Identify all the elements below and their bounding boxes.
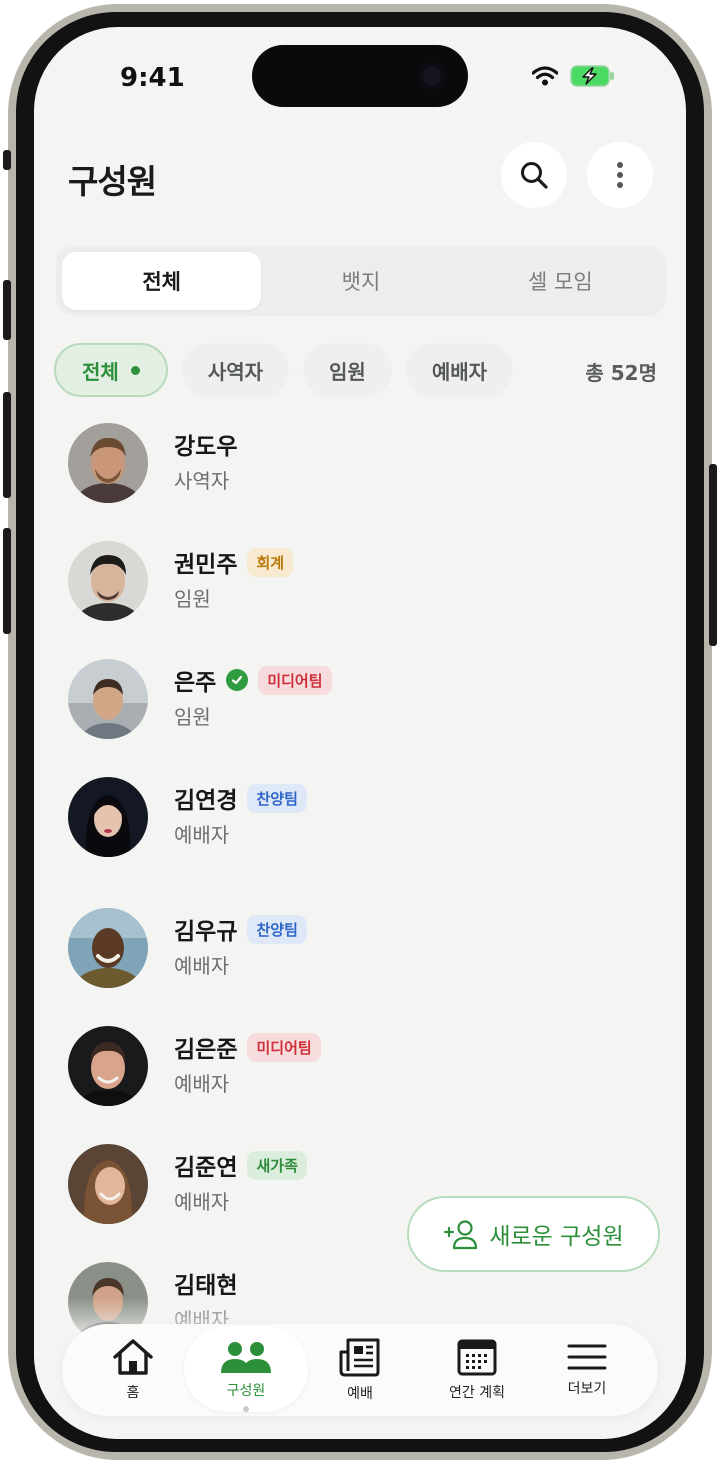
team-badge: 새가족 <box>247 1150 307 1180</box>
member-name: 김준연 <box>174 1155 238 1181</box>
nav-label: 더보기 <box>567 1381 607 1397</box>
avatar <box>68 908 148 988</box>
newspaper-icon <box>339 1338 380 1377</box>
chip-label: 임원 <box>329 359 366 384</box>
power-button <box>709 464 717 646</box>
avatar <box>68 541 148 621</box>
wifi-icon <box>532 66 558 86</box>
member-name: 김태현 <box>174 1273 238 1299</box>
camera-icon <box>418 62 446 90</box>
list-item[interactable]: 은주 미디어팀 임원 <box>68 659 628 739</box>
team-badge: 찬양팀 <box>247 783 307 813</box>
member-name: 김연경 <box>174 788 238 814</box>
member-name-row: 김태현 <box>174 1266 237 1300</box>
member-role: 예배자 <box>174 823 230 847</box>
member-name-row: 은주 미디어팀 <box>174 663 332 697</box>
filter-chips: 전체 사역자 임원 예배자 <box>54 343 514 397</box>
member-role: 예배자 <box>174 1072 230 1096</box>
nav-annual-plan[interactable]: 연간 계획 <box>418 1324 536 1416</box>
nav-label: 구성원 <box>226 1383 266 1399</box>
page-title: 구성원 <box>68 162 157 201</box>
nav-more[interactable]: 더보기 <box>538 1324 636 1416</box>
avatar <box>68 1144 148 1224</box>
chip-label: 예배자 <box>431 359 488 384</box>
nav-members[interactable]: 구성원 <box>184 1324 308 1416</box>
active-indicator <box>243 1406 249 1412</box>
active-dot <box>130 365 140 375</box>
nav-label: 홈 <box>126 1385 140 1401</box>
add-member-button[interactable]: 새로운 구성원 <box>407 1196 660 1272</box>
member-role: 임원 <box>174 705 211 729</box>
member-name-row: 권민주 회계 <box>174 545 294 579</box>
avatar <box>68 777 148 857</box>
member-name-row: 김은준 미디어팀 <box>174 1030 321 1064</box>
list-item[interactable]: 강도우 사역자 <box>68 423 628 503</box>
bottom-nav: 홈 구성원 예배 연간 계획 더보기 <box>62 1324 658 1416</box>
menu-icon <box>567 1344 607 1370</box>
members-icon <box>221 1342 271 1373</box>
member-name: 김은준 <box>174 1037 238 1063</box>
action-button <box>3 150 11 170</box>
status-time: 9:41 <box>120 63 185 93</box>
member-name-row: 김준연 새가족 <box>174 1148 307 1182</box>
more-options-button[interactable] <box>587 142 653 208</box>
volume-down-button <box>3 392 11 498</box>
avatar <box>68 1026 148 1106</box>
member-role: 사역자 <box>174 469 230 493</box>
chip-label: 전체 <box>82 359 119 384</box>
verified-icon <box>226 669 249 691</box>
member-name: 은주 <box>174 670 217 696</box>
member-role: 예배자 <box>174 1190 230 1214</box>
tab-all[interactable]: 전체 <box>62 252 262 310</box>
list-item[interactable]: 김우규 찬양팀 예배자 <box>68 908 628 988</box>
chip-all[interactable]: 전체 <box>54 343 168 397</box>
search-icon <box>521 162 548 189</box>
chip-officers[interactable]: 임원 <box>303 343 392 397</box>
chip-label: 사역자 <box>207 359 264 384</box>
total-count: 총 52명 <box>585 361 657 385</box>
add-member-label: 새로운 구성원 <box>489 1224 624 1250</box>
battery-charging-icon <box>570 65 614 87</box>
nav-home[interactable]: 홈 <box>84 1324 182 1416</box>
team-badge: 미디어팀 <box>247 1032 321 1062</box>
member-role: 임원 <box>174 587 211 611</box>
home-icon <box>113 1339 153 1375</box>
nav-label: 연간 계획 <box>449 1385 505 1401</box>
more-vertical-icon <box>617 162 623 188</box>
add-user-icon <box>444 1220 478 1250</box>
chip-worshippers[interactable]: 예배자 <box>405 343 514 397</box>
dynamic-island <box>252 45 468 107</box>
segment-control: 전체 뱃지 셀 모임 <box>56 246 666 316</box>
member-name: 강도우 <box>174 434 238 460</box>
member-name: 김우규 <box>174 919 238 945</box>
member-name: 권민주 <box>174 552 238 578</box>
member-name-row: 김우규 찬양팀 <box>174 912 307 946</box>
list-item[interactable]: 권민주 회계 임원 <box>68 541 628 621</box>
member-role: 예배자 <box>174 954 230 978</box>
calendar-icon <box>457 1339 497 1376</box>
chip-ministers[interactable]: 사역자 <box>181 343 290 397</box>
team-badge: 찬양팀 <box>247 914 307 944</box>
list-item[interactable]: 김연경 찬양팀 예배자 <box>68 777 628 857</box>
nav-worship[interactable]: 예배 <box>311 1324 409 1416</box>
list-item[interactable]: 김은준 미디어팀 예배자 <box>68 1026 628 1106</box>
team-badge: 회계 <box>247 547 294 577</box>
avatar <box>68 659 148 739</box>
status-icons <box>532 65 616 87</box>
member-name-row: 강도우 <box>174 427 237 461</box>
tab-badges[interactable]: 뱃지 <box>261 252 460 310</box>
search-button[interactable] <box>501 142 567 208</box>
silent-switch <box>3 528 11 634</box>
avatar <box>68 423 148 503</box>
team-badge: 미디어팀 <box>258 665 332 695</box>
volume-up-button <box>3 280 11 340</box>
screen: 9:41 구성원 전체 뱃지 셀 모임 전체 사역자 임원 예배자 총 52명 … <box>34 27 686 1439</box>
nav-label: 예배 <box>347 1386 373 1402</box>
tab-cell-groups[interactable]: 셀 모임 <box>461 252 660 310</box>
member-name-row: 김연경 찬양팀 <box>174 781 307 815</box>
